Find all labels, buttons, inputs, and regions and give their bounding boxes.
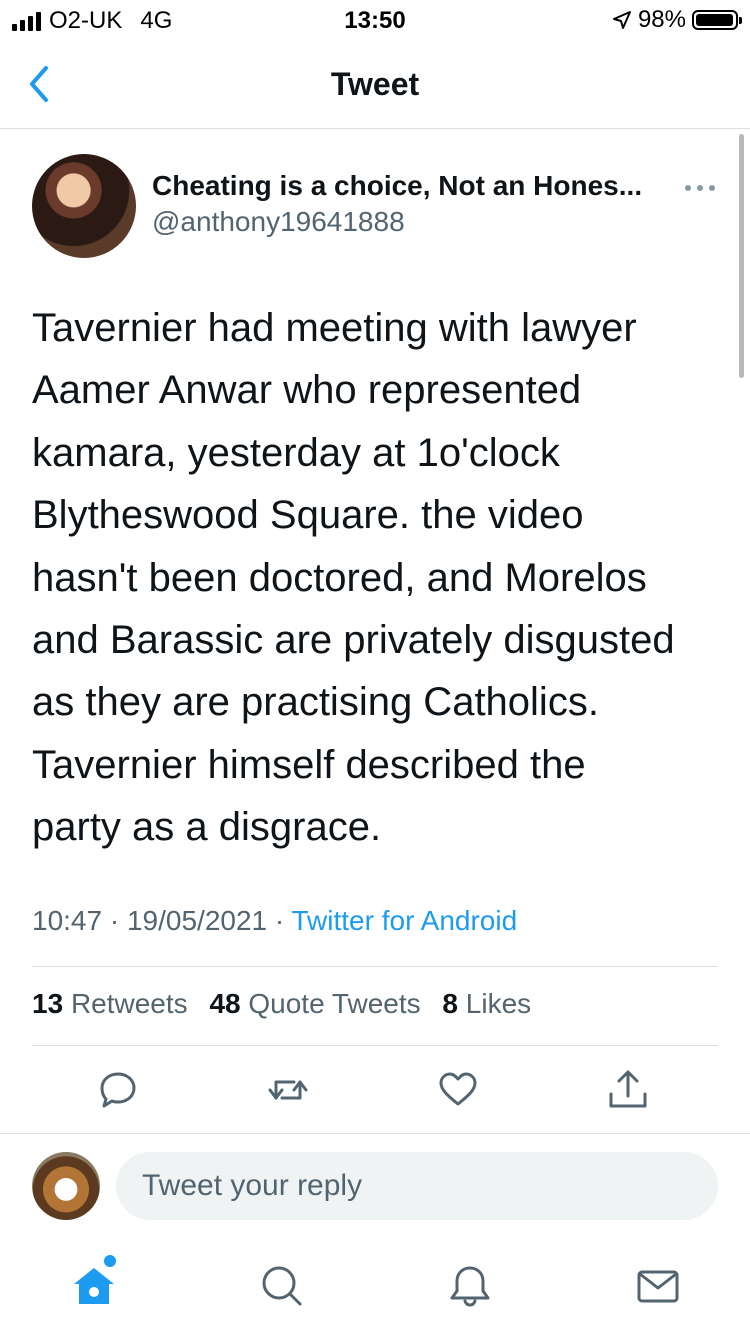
divider bbox=[0, 1133, 750, 1134]
search-icon bbox=[262, 1266, 302, 1306]
bell-icon bbox=[450, 1266, 490, 1307]
home-icon bbox=[74, 1268, 114, 1304]
tweet-date: 19/05/2021 bbox=[126, 905, 268, 936]
quotes-stat[interactable]: 48 Quote Tweets bbox=[209, 988, 420, 1019]
quotes-label: Quote Tweets bbox=[248, 988, 421, 1019]
meta-separator: · bbox=[109, 905, 127, 936]
quotes-count: 48 bbox=[209, 988, 241, 1019]
location-arrow-icon bbox=[612, 11, 631, 29]
share-button[interactable] bbox=[606, 1068, 650, 1112]
tweet-source-link[interactable]: Twitter for Android bbox=[292, 905, 518, 936]
battery-fill bbox=[696, 14, 734, 26]
author-name[interactable]: Cheating is a choice, Not an Hones... bbox=[152, 170, 642, 202]
battery-percent: 98% bbox=[637, 6, 686, 33]
like-button[interactable] bbox=[436, 1068, 480, 1112]
tweet-stats: 13 Retweets 48 Quote Tweets 8 Likes bbox=[32, 988, 531, 1020]
retweets-stat[interactable]: 13 Retweets bbox=[32, 988, 188, 1019]
tweet-meta: 10:47 · 19/05/2021 · Twitter for Android bbox=[32, 905, 517, 937]
divider bbox=[32, 1045, 718, 1046]
meta-separator: · bbox=[274, 905, 292, 936]
retweet-icon bbox=[268, 1080, 308, 1100]
user-avatar[interactable] bbox=[32, 1152, 100, 1220]
page-title: Tweet bbox=[330, 66, 420, 102]
mail-icon bbox=[637, 1270, 679, 1303]
share-icon bbox=[609, 1070, 647, 1108]
author-avatar[interactable] bbox=[32, 154, 136, 258]
heart-icon bbox=[439, 1072, 477, 1106]
retweets-count: 13 bbox=[32, 988, 64, 1019]
likes-stat[interactable]: 8 Likes bbox=[442, 988, 531, 1019]
tab-messages[interactable] bbox=[634, 1262, 682, 1310]
retweet-button[interactable] bbox=[266, 1068, 310, 1112]
tab-notifications[interactable] bbox=[446, 1262, 494, 1310]
tab-home[interactable] bbox=[70, 1262, 118, 1310]
author-handle[interactable]: @anthony19641888 bbox=[152, 206, 405, 238]
likes-count: 8 bbox=[442, 988, 458, 1019]
tweet-time: 10:47 bbox=[32, 905, 103, 936]
more-horizontal-icon bbox=[685, 185, 715, 191]
battery-icon bbox=[692, 10, 742, 30]
reply-input[interactable] bbox=[116, 1152, 718, 1220]
tweet-text: Tavernier had meeting with lawyer Aamer … bbox=[32, 306, 675, 850]
divider bbox=[32, 966, 718, 967]
retweets-label: Retweets bbox=[70, 988, 188, 1019]
more-options-button[interactable] bbox=[680, 176, 720, 200]
reply-icon bbox=[100, 1072, 136, 1108]
scrollbar[interactable] bbox=[739, 134, 744, 378]
nav-bar: Tweet bbox=[0, 42, 750, 129]
tab-search[interactable] bbox=[258, 1262, 306, 1310]
likes-label: Likes bbox=[465, 988, 532, 1019]
status-right: 98% bbox=[612, 6, 742, 34]
status-bar: O2-UK 4G 13:50 98% bbox=[0, 0, 750, 40]
reply-button[interactable] bbox=[96, 1068, 140, 1112]
